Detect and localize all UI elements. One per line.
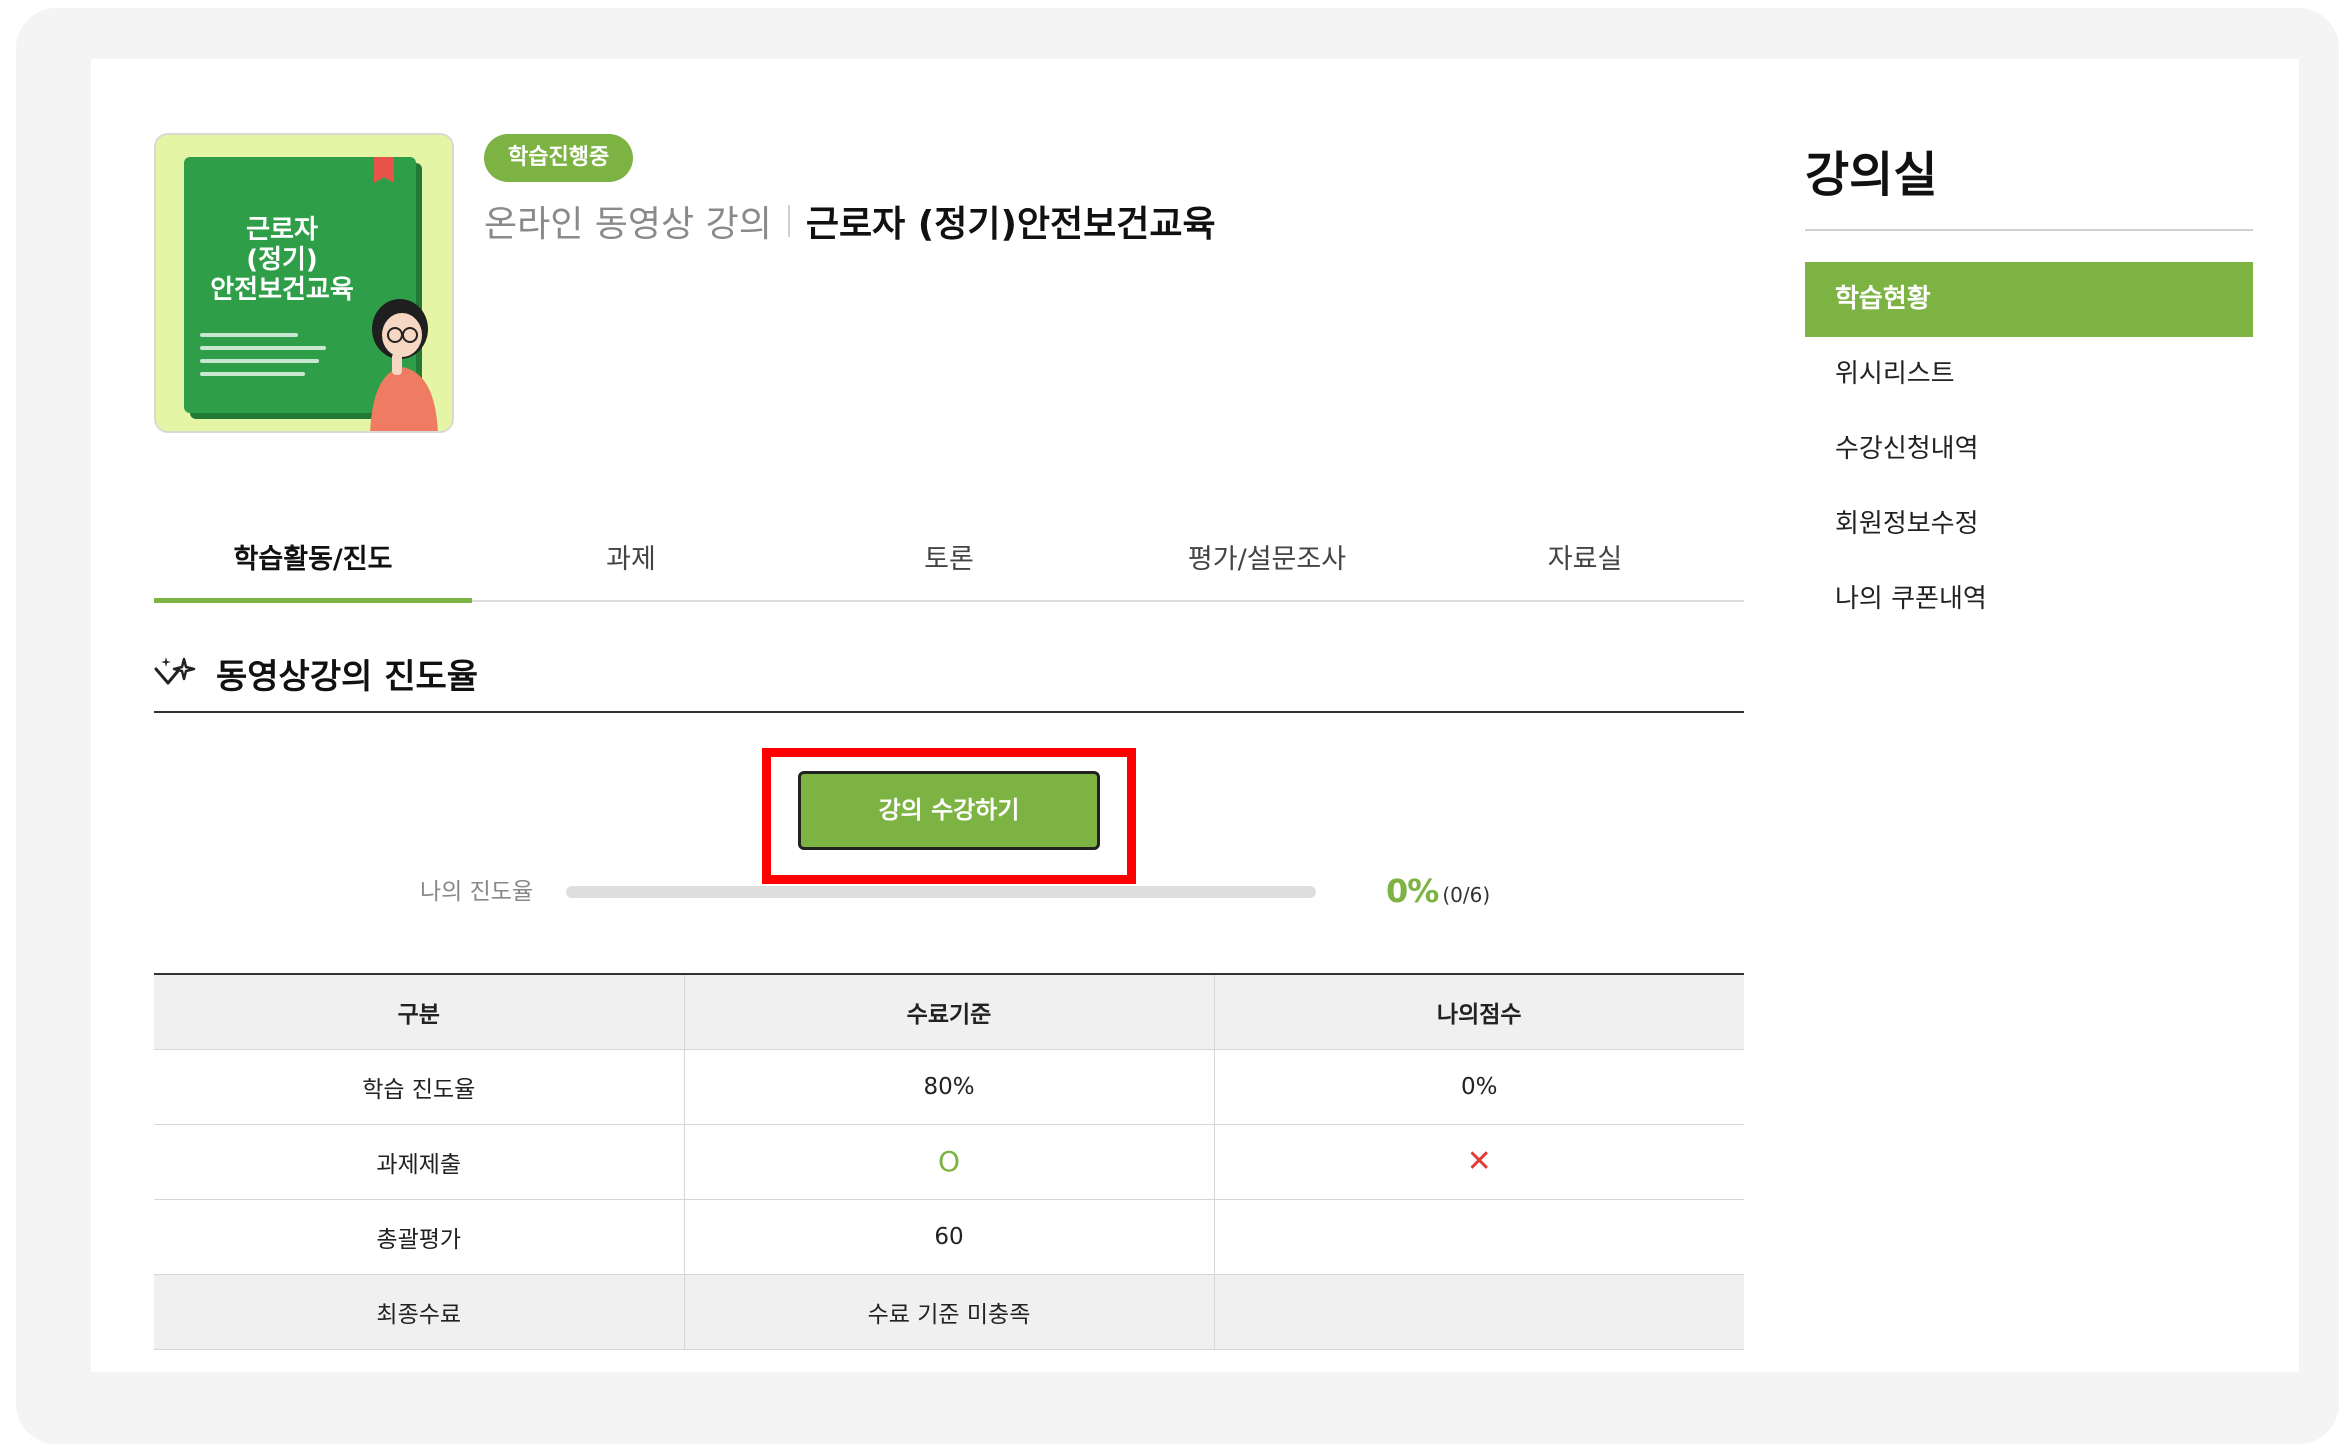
row-label: 과제제출: [154, 1124, 685, 1200]
heading-divider: [787, 205, 790, 237]
progress-value: 0% (0/6): [1386, 872, 1490, 910]
row-score: ✕: [1214, 1124, 1744, 1200]
sidebar-item-wishlist[interactable]: 위시리스트: [1805, 337, 2253, 412]
row-label: 총괄평가: [154, 1199, 685, 1275]
sidebar-title: 강의실: [1805, 147, 1938, 203]
status-badge: 학습진행중: [484, 134, 634, 182]
progress-percent: 0%: [1386, 872, 1439, 910]
progress-count: (0/6): [1442, 883, 1491, 907]
table-row: 최종수료 수료 기준 미충족: [154, 1274, 1744, 1350]
row-score: 0%: [1214, 1049, 1744, 1125]
tab-resources[interactable]: 자료실: [1426, 534, 1744, 600]
progress-label: 나의 진도율: [420, 879, 534, 905]
tab-assignment[interactable]: 과제: [472, 534, 790, 600]
tab-learning-progress[interactable]: 학습활동/진도: [154, 534, 472, 603]
progress-bar: [566, 886, 1316, 898]
sidebar-item-learning-status[interactable]: 학습현황: [1805, 262, 2253, 337]
table-header-row: 구분 수료기준 나의점수: [154, 974, 1744, 1050]
sidebar-menu: 학습현황 위시리스트 수강신청내역 회원정보수정 나의 쿠폰내역: [1805, 262, 2253, 637]
sidebar-item-my-coupons[interactable]: 나의 쿠폰내역: [1805, 562, 2253, 637]
row-score: [1214, 1274, 1744, 1350]
person-illustration-icon: [370, 299, 438, 431]
tab-evaluation-survey[interactable]: 평가/설문조사: [1108, 534, 1426, 600]
course-tabs: 학습활동/진도 과제 토론 평가/설문조사 자료실: [154, 534, 1744, 603]
row-criteria: 60: [684, 1199, 1215, 1275]
circle-check-icon: O: [937, 1145, 961, 1178]
thumbnail-title: 근로자 (정기) 안전보건교육: [210, 215, 354, 305]
x-mark-icon: ✕: [1466, 1144, 1492, 1179]
row-criteria: 80%: [684, 1049, 1215, 1125]
sidebar-item-edit-profile[interactable]: 회원정보수정: [1805, 487, 2253, 562]
row-score: [1214, 1199, 1744, 1275]
thumbnail-text-lines: [200, 333, 340, 385]
tab-discussion[interactable]: 토론: [790, 534, 1108, 600]
row-criteria: 수료 기준 미충족: [684, 1274, 1215, 1350]
table-row: 학습 진도율 80% 0%: [154, 1049, 1744, 1125]
header-criteria: 수료기준: [684, 974, 1215, 1050]
row-label: 학습 진도율: [154, 1049, 685, 1125]
sidebar-item-enrollment-history[interactable]: 수강신청내역: [1805, 412, 2253, 487]
watch-lecture-button[interactable]: 강의 수강하기: [798, 771, 1100, 850]
table-row: 과제제출 O ✕: [154, 1124, 1744, 1200]
row-criteria: O: [684, 1124, 1215, 1200]
sparkle-icon: [154, 657, 196, 685]
header-my-score: 나의점수: [1214, 974, 1744, 1050]
course-type: 온라인 동영상 강의: [484, 204, 772, 245]
header-category: 구분: [154, 974, 685, 1050]
section-title: 동영상강의 진도율: [154, 648, 478, 698]
course-name: 근로자 (정기)안전보건교육: [805, 204, 1216, 245]
completion-table: 구분 수료기준 나의점수 학습 진도율 80% 0% 과제제출 O ✕ 총괄평가…: [154, 973, 1744, 1350]
table-row: 총괄평가 60: [154, 1199, 1744, 1275]
sidebar-divider: [1805, 229, 2253, 231]
course-thumbnail: 근로자 (정기) 안전보건교육: [154, 133, 454, 433]
section-divider: [154, 711, 1744, 713]
course-heading: 온라인 동영상 강의 근로자 (정기)안전보건교육: [484, 198, 1216, 245]
section-title-text: 동영상강의 진도율: [216, 656, 479, 697]
row-label: 최종수료: [154, 1274, 685, 1350]
bookmark-ribbon-icon: [374, 157, 394, 183]
